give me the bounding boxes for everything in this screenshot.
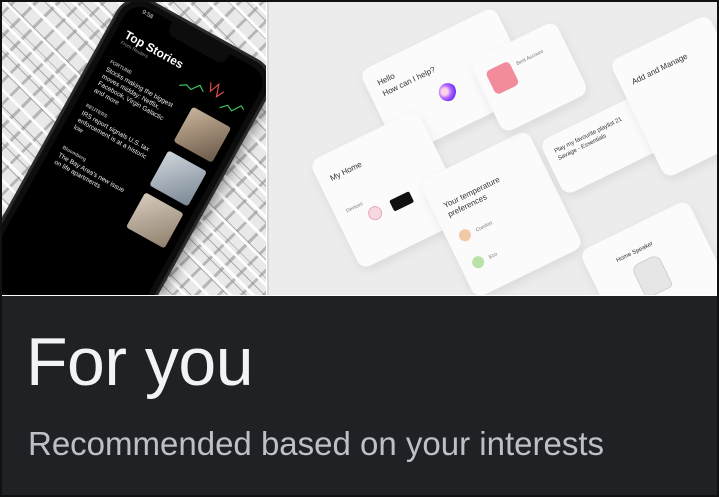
tv-icon	[389, 191, 415, 212]
devices-label: Devices	[345, 201, 364, 215]
eco-icon	[470, 254, 487, 271]
speaker-card: Home Speaker	[579, 199, 717, 295]
add-manage-title: Add and Manage	[630, 51, 690, 87]
comfort-label: Comfort	[474, 220, 494, 234]
story-thumbnail	[149, 150, 208, 207]
comfort-icon	[456, 227, 474, 244]
media-title: Best Account	[515, 48, 545, 67]
smart-home-mockup[interactable]: Hello How can I help? My Home Devices Yo…	[269, 2, 717, 295]
news-phone-photo[interactable]: 9:58 Top Stories From Reuters FORTUNE St…	[2, 2, 266, 295]
section-subtitle: Recommended based on your interests	[28, 425, 604, 462]
section-title: For you	[26, 324, 254, 400]
story-headline[interactable]: The Bay Area's new issue on life apartme…	[52, 152, 130, 205]
speaker-icon	[630, 253, 674, 295]
bulb-icon	[365, 203, 385, 223]
story-thumbnail	[125, 192, 184, 249]
assistant-orb-icon	[435, 80, 460, 105]
status-time: 9:58	[140, 9, 154, 21]
phone-device: 9:58 Top Stories From Reuters FORTUNE St…	[2, 2, 266, 295]
phone-screen: 9:58 Top Stories From Reuters FORTUNE St…	[2, 2, 266, 295]
playlist-prompt: Play my favourite playlist 21 Savage - E…	[553, 116, 624, 162]
eco-label: Eco	[488, 251, 499, 261]
album-art	[485, 60, 520, 96]
my-home-title: My Home	[328, 159, 364, 183]
temperature-title: Your temperature preferences	[442, 174, 502, 219]
